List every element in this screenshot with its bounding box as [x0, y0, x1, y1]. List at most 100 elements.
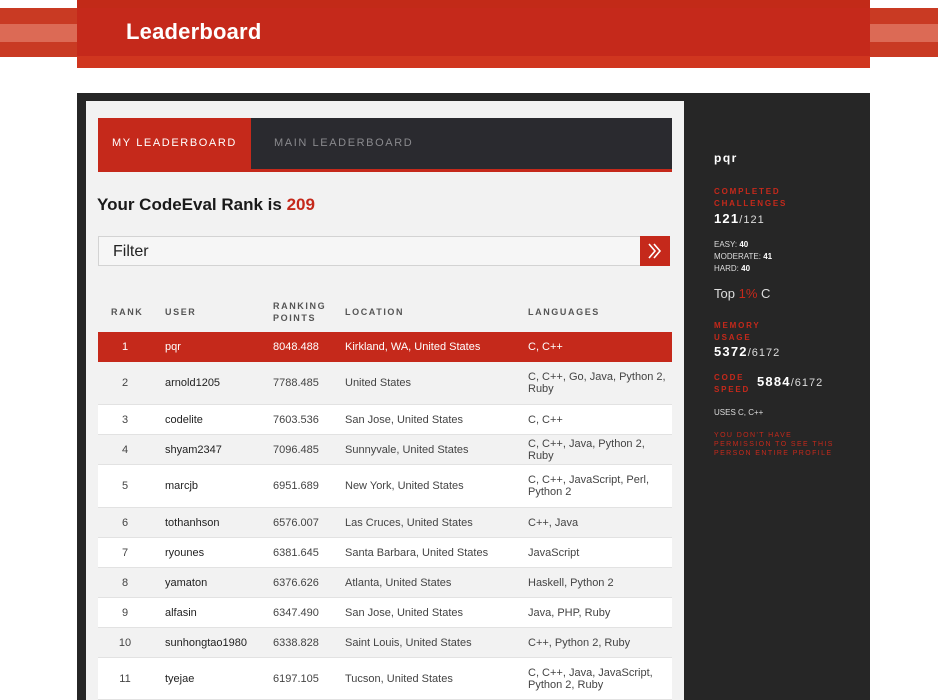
languages-line2: Python 2, Ruby: [528, 678, 604, 691]
cell-points: 7096.485: [273, 443, 319, 456]
cell-rank: 6: [121, 516, 129, 529]
permission-note: YOU DON'T HAVE PERMISSION TO SEE THIS PE…: [714, 431, 844, 458]
cell-points: 6338.828: [273, 636, 319, 649]
cell-user[interactable]: sunhongtao1980: [165, 637, 247, 649]
languages-line1: C, C++, JavaScript, Perl,: [528, 474, 650, 486]
memory-total: /6172: [747, 347, 781, 359]
cell-user[interactable]: shyam2347: [165, 444, 222, 456]
cell-languages: C, C++, Go, Java, Python 2, Ruby: [528, 371, 668, 395]
cell-location: Tucson, United States: [345, 672, 453, 685]
memory-label-line2: USAGE: [714, 332, 752, 342]
filter-label: Filter: [113, 243, 149, 260]
hard-value: 40: [741, 264, 751, 273]
tab-my-leaderboard[interactable]: MY LEADERBOARD: [98, 118, 251, 169]
moderate-value: 41: [763, 252, 773, 261]
header-rank: RANK: [111, 307, 144, 317]
moderate-label: MODERATE:: [714, 252, 761, 261]
cell-user[interactable]: tyejae: [165, 673, 194, 685]
cell-points: 6381.645: [273, 546, 319, 559]
rank-prefix: Your CodeEval Rank is: [97, 195, 282, 214]
cell-location: Sunnyvale, United States: [345, 443, 469, 456]
cell-location: Atlanta, United States: [345, 576, 452, 589]
speed-score: 5884/6172: [757, 374, 823, 389]
speed-total: /6172: [790, 377, 824, 389]
speed-label: CODE SPEED: [714, 372, 750, 395]
cell-rank: 10: [118, 636, 132, 649]
completed-value: 121: [714, 211, 740, 226]
languages-line2: Ruby: [528, 383, 554, 395]
memory-value: 5372: [714, 344, 748, 359]
cell-user[interactable]: codelite: [165, 414, 203, 426]
completed-label-line1: COMPLETED: [714, 187, 781, 196]
table-row-current-user[interactable]: 1 pqr 8048.488 Kirkland, WA, United Stat…: [98, 332, 672, 362]
cell-languages: C, C++: [528, 341, 668, 353]
languages-line1: Haskell, Python 2: [528, 576, 614, 589]
table-row[interactable]: 6 tothanhson 6576.007 Las Cruces, United…: [98, 508, 672, 538]
header-points-line1: RANKING: [273, 301, 327, 311]
uses-languages: USES C, C++: [714, 408, 764, 417]
table-row[interactable]: 4 shyam2347 7096.485 Sunnyvale, United S…: [98, 435, 672, 465]
languages-line1: JavaScript: [528, 546, 580, 559]
filter-toggle-button[interactable]: [640, 236, 670, 266]
cell-rank: 4: [121, 443, 129, 456]
languages-line1: C++, Python 2, Ruby: [528, 636, 631, 649]
cell-rank: 3: [121, 413, 129, 426]
header-bottom-band: [77, 56, 870, 68]
cell-user[interactable]: marcjb: [165, 480, 198, 492]
cell-points: 6576.007: [273, 516, 319, 529]
cell-languages: Haskell, Python 2: [528, 577, 668, 589]
table-row[interactable]: 9 alfasin 6347.490 San Jose, United Stat…: [98, 598, 672, 628]
cell-user[interactable]: alfasin: [165, 607, 197, 619]
speed-label-line1: CODE: [714, 373, 745, 382]
cell-user[interactable]: arnold1205: [165, 377, 220, 389]
permission-note-line1: YOU DON'T HAVE: [714, 432, 793, 439]
table-row[interactable]: 7 ryounes 6381.645 Santa Barbara, United…: [98, 538, 672, 568]
cell-user[interactable]: tothanhson: [165, 517, 219, 529]
top-language: C: [761, 286, 771, 301]
table-row[interactable]: 8 yamaton 6376.626 Atlanta, United State…: [98, 568, 672, 598]
permission-note-line2: PERMISSION TO SEE THIS: [714, 441, 834, 448]
table-row[interactable]: 10 sunhongtao1980 6338.828 Saint Louis, …: [98, 628, 672, 658]
cell-languages: C, C++, JavaScript, Perl, Python 2: [528, 474, 668, 498]
permission-note-line3: PERSON ENTIRE PROFILE: [714, 450, 833, 457]
cell-rank: 11: [119, 672, 131, 685]
filter-bar[interactable]: Filter: [98, 236, 670, 266]
memory-score: 5372/6172: [714, 344, 780, 359]
speed-value: 5884: [757, 374, 791, 389]
difficulty-breakdown: EASY: 40 MODERATE: 41 HARD: 40: [714, 239, 772, 275]
cell-location: San Jose, United States: [345, 413, 464, 426]
profile-username: pqr: [714, 151, 738, 165]
cell-rank: 8: [121, 576, 129, 589]
table-row[interactable]: 11 tyejae 6197.105 Tucson, United States…: [98, 658, 672, 700]
table-row[interactable]: 2 arnold1205 7788.485 United States C, C…: [98, 362, 672, 405]
cell-user[interactable]: pqr: [165, 341, 181, 353]
cell-points: 7788.485: [273, 377, 319, 389]
easy-value: 40: [739, 240, 749, 249]
cell-languages: C, C++, Java, JavaScript, Python 2, Ruby: [528, 667, 668, 691]
cell-location: Santa Barbara, United States: [345, 546, 489, 559]
languages-line1: C, C++: [528, 340, 563, 353]
cell-rank: 2: [121, 377, 129, 389]
table-row[interactable]: 3 codelite 7603.536 San Jose, United Sta…: [98, 405, 672, 435]
header-languages: LANGUAGES: [528, 307, 600, 317]
cell-user[interactable]: ryounes: [165, 547, 204, 559]
languages-line1: C, C++, Java, JavaScript,: [528, 666, 653, 679]
tab-main-leaderboard[interactable]: MAIN LEADERBOARD: [274, 118, 413, 169]
table-row[interactable]: 5 marcjb 6951.689 New York, United State…: [98, 465, 672, 508]
cell-points: 6376.626: [273, 576, 319, 589]
cell-languages: JavaScript: [528, 547, 668, 559]
cell-languages: C, C++: [528, 414, 668, 426]
header-top-band: [77, 0, 870, 8]
cell-points: 7603.536: [273, 413, 319, 426]
top-percentile: Top 1% C: [714, 286, 770, 301]
completed-count: 121/121: [714, 211, 765, 226]
languages-line1: C, C++, Go, Java, Python 2,: [528, 371, 666, 383]
cell-user[interactable]: yamaton: [165, 577, 207, 589]
double-chevron-right-icon: [648, 243, 662, 259]
hard-label: HARD:: [714, 264, 739, 273]
cell-location: United States: [345, 377, 412, 389]
cell-location: New York, United States: [345, 480, 464, 492]
cell-points: 6197.105: [273, 672, 319, 685]
memory-label: MEMORY USAGE: [714, 320, 761, 343]
cell-rank: 1: [121, 340, 129, 353]
